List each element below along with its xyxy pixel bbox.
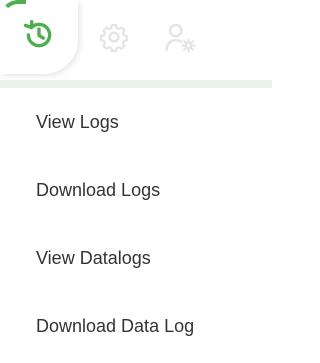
log-menu: View Logs Download Logs View Datalogs Do… [0,88,272,360]
menu-item-download-logs[interactable]: Download Logs [0,156,272,224]
gear-icon [99,22,129,57]
toolbar-divider [0,80,272,88]
menu-item-view-logs[interactable]: View Logs [0,88,272,156]
active-tab-accent [0,0,26,20]
tab-settings[interactable] [84,6,144,72]
menu-item-download-data-log[interactable]: Download Data Log [0,292,272,360]
tab-history[interactable] [0,0,78,74]
history-icon [22,18,56,57]
user-settings-icon [163,20,197,59]
tab-user-settings[interactable] [150,6,210,72]
icon-toolbar [0,0,272,82]
log-menu-panel: View Logs Download Logs View Datalogs Do… [0,0,272,363]
menu-item-view-datalogs[interactable]: View Datalogs [0,224,272,292]
